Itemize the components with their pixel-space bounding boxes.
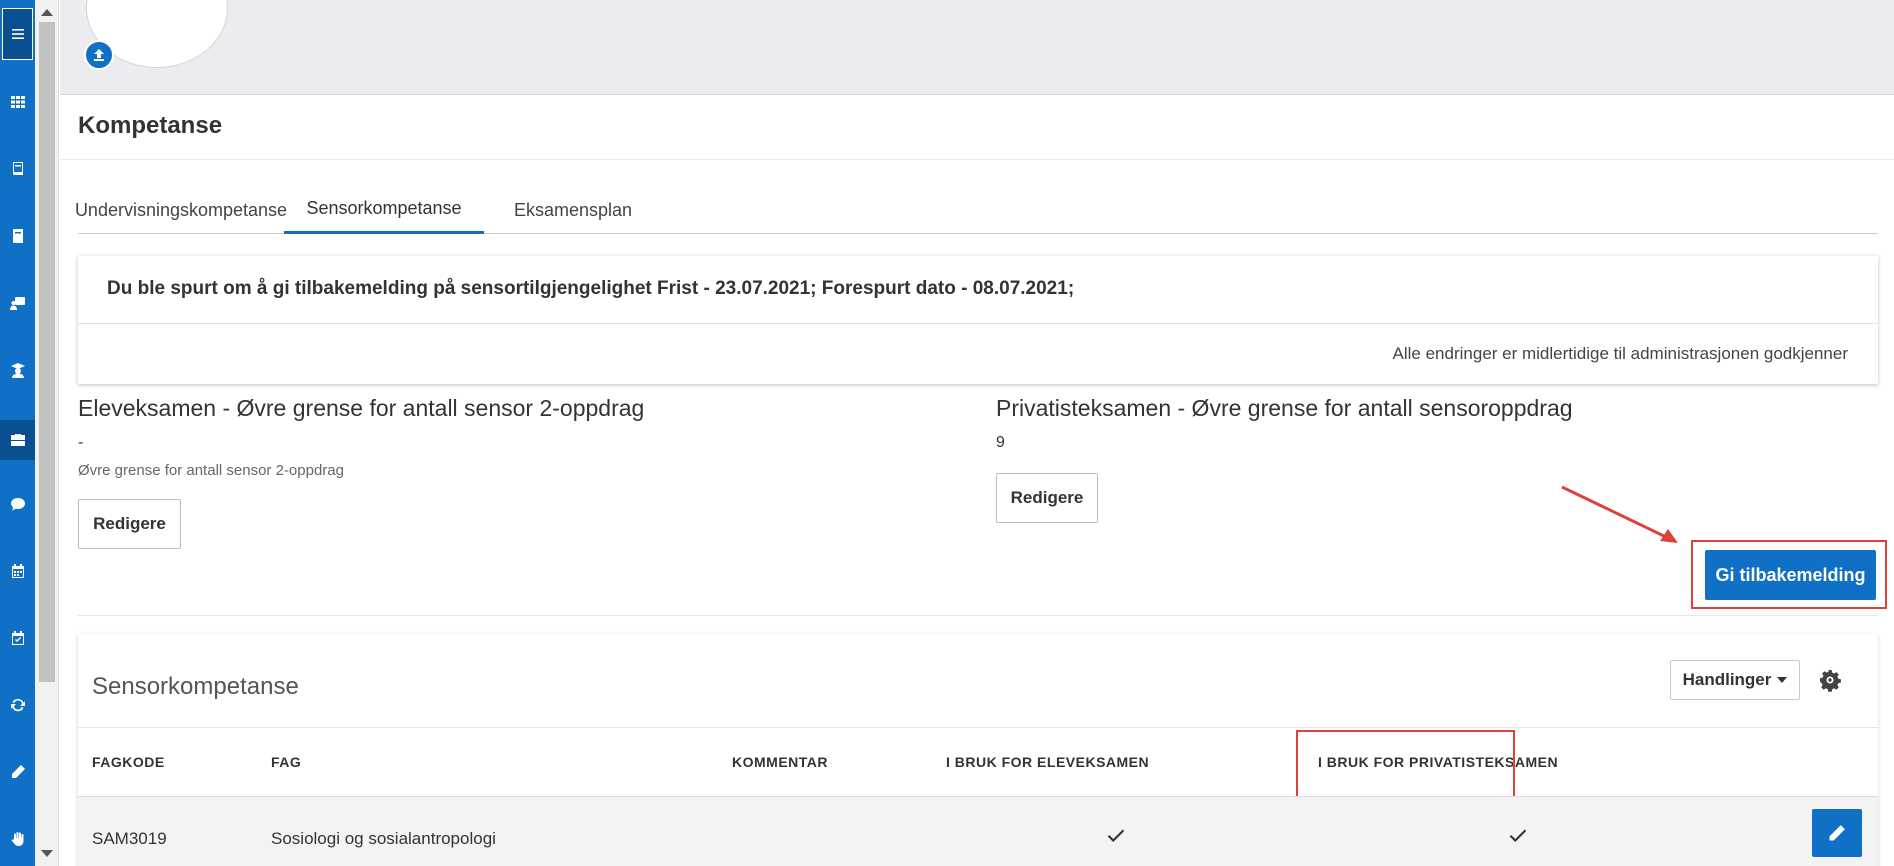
notice-text: Du ble spurt om å gi tilbakemelding på s… [107, 278, 1075, 299]
upload-icon [94, 49, 104, 61]
panel-title: Sensorkompetanse [92, 673, 299, 700]
row-edit-button[interactable] [1812, 809, 1862, 857]
pencil-icon [1829, 825, 1845, 841]
tab-sensorkompetanse[interactable]: Sensorkompetanse [284, 186, 484, 234]
hand-icon[interactable] [0, 822, 35, 856]
checkmark-icon [1105, 825, 1127, 847]
briefcase-icon[interactable] [0, 420, 35, 460]
privatist-limit-value: 9 [996, 434, 1005, 451]
tab-undervisningskompetanse[interactable]: Undervisningskompetanse [75, 186, 287, 234]
profile-header [60, 0, 1894, 95]
notebook-icon[interactable] [0, 219, 35, 253]
cell-fagkode: SAM3019 [92, 829, 167, 848]
chat-icon[interactable] [0, 487, 35, 521]
side-nav [0, 0, 35, 866]
highlight-arrow [1561, 485, 1678, 543]
col-header-elev[interactable]: I BRUK FOR ELEVEKSAMEN [946, 754, 1149, 770]
notice-divider [78, 323, 1878, 324]
section-divider [78, 615, 1878, 616]
elev-limit-value: - [78, 434, 84, 451]
elev-edit-button[interactable]: Redigere [78, 499, 181, 549]
graduate-icon[interactable] [0, 353, 35, 387]
gear-icon[interactable] [1818, 668, 1842, 692]
col-header-fagkode[interactable]: FAGKODE [92, 754, 165, 770]
page-title: Kompetanse [78, 112, 223, 139]
checkmark-icon [1507, 825, 1529, 847]
scroll-down-arrow[interactable] [41, 850, 53, 857]
privatist-edit-button[interactable]: Redigere [996, 473, 1098, 523]
privatist-limit-title: Privatisteksamen - Øvre grense for antal… [996, 395, 1573, 421]
col-header-kommentar[interactable]: KOMMENTAR [732, 754, 828, 770]
scroll-thumb[interactable] [39, 22, 55, 682]
teacher-icon[interactable] [0, 286, 35, 320]
table-header-divider [78, 727, 1878, 728]
scroll-up-arrow[interactable] [41, 9, 53, 16]
sync-icon[interactable] [0, 688, 35, 722]
tab-bar: Undervisningskompetanse Sensorkompetanse… [75, 186, 1878, 234]
pencil-icon[interactable] [0, 755, 35, 789]
upload-photo-button[interactable] [84, 40, 114, 70]
give-feedback-button[interactable]: Gi tilbakemelding [1705, 550, 1876, 600]
caret-down-icon [1777, 677, 1788, 683]
table-row[interactable]: SAM3019 Sosiologi og sosialantropologi [78, 796, 1878, 866]
tab-eksamensplan[interactable]: Eksamensplan [488, 186, 658, 234]
actions-dropdown[interactable]: Handlinger [1670, 660, 1800, 700]
actions-dropdown-label: Handlinger [1682, 670, 1772, 689]
title-divider [60, 159, 1894, 160]
col-header-fag[interactable]: FAG [271, 754, 301, 770]
book-icon[interactable] [0, 152, 35, 186]
app-root: Kompetanse Undervisningskompetanse Senso… [0, 0, 1894, 866]
calendar-check-icon[interactable] [0, 621, 35, 655]
sensor-competence-panel: Sensorkompetanse Handlinger FAGKODE FAG … [78, 634, 1878, 866]
page-scrollbar[interactable] [35, 0, 59, 866]
apps-grid-icon[interactable] [0, 85, 35, 119]
elev-limit-title: Eleveksamen - Øvre grense for antall sen… [78, 395, 645, 421]
notice-subtext: Alle endringer er midlertidige til admin… [1392, 344, 1848, 363]
menu-icon[interactable] [2, 8, 33, 60]
cell-fag: Sosiologi og sosialantropologi [271, 829, 496, 848]
feedback-request-notice: Du ble spurt om å gi tilbakemelding på s… [78, 256, 1878, 384]
calendar-icon[interactable] [0, 554, 35, 588]
elev-limit-help: Øvre grense for antall sensor 2-oppdrag [78, 462, 344, 479]
